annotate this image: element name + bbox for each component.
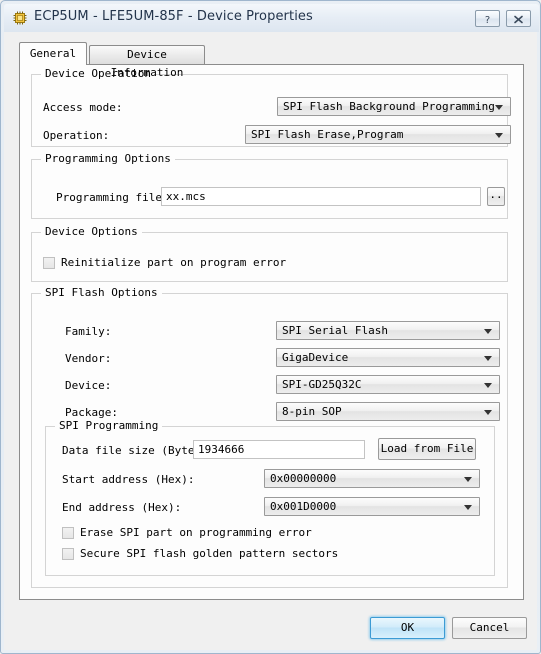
question-mark-icon: ? — [485, 15, 490, 25]
group-device-operation: Device Operation Access mode: SPI Flash … — [31, 67, 511, 147]
device-properties-window: ECP5UM - LFE5UM-85F - Device Properties … — [0, 0, 541, 654]
programming-file-input[interactable]: xx.mcs — [161, 187, 481, 206]
tab-page-general: Device Operation Access mode: SPI Flash … — [19, 64, 524, 600]
group-device-options: Device Options Reinitialize part on prog… — [31, 225, 508, 282]
family-dropdown[interactable]: SPI Serial Flash — [276, 321, 500, 340]
title-bar[interactable]: ECP5UM - LFE5UM-85F - Device Properties … — [4, 4, 539, 32]
data-file-size-input[interactable]: 1934666 — [193, 440, 365, 459]
group-programming-options: Programming Options Programming file: xx… — [31, 152, 508, 219]
reinitialize-on-error-label: Reinitialize part on program error — [61, 256, 287, 269]
label-end-address: End address (Hex): — [62, 501, 182, 514]
close-icon — [514, 15, 523, 24]
ok-button[interactable]: OK — [370, 617, 445, 639]
cancel-button[interactable]: Cancel — [452, 617, 527, 639]
operation-dropdown[interactable]: SPI Flash Erase,Program — [245, 125, 511, 144]
package-value: 8-pin SOP — [282, 405, 342, 418]
browse-file-button[interactable]: .. — [487, 187, 505, 206]
chevron-down-icon — [484, 410, 492, 415]
label-vendor: Vendor: — [65, 352, 112, 365]
reinitialize-on-error-checkbox[interactable] — [43, 257, 55, 269]
group-spi-programming: SPI Programming Data file size (Bytes): … — [45, 419, 495, 576]
label-access-mode: Access mode: — [43, 101, 123, 114]
group-spi-flash-options: SPI Flash Options Family: SPI Serial Fla… — [31, 286, 508, 588]
chevron-down-icon — [464, 477, 472, 482]
svg-text:?: ? — [485, 15, 490, 25]
vendor-dropdown[interactable]: GigaDevice — [276, 348, 500, 367]
window-title: ECP5UM - LFE5UM-85F - Device Properties — [34, 9, 313, 24]
family-value: SPI Serial Flash — [282, 324, 388, 337]
group-label-spi-flash-options: SPI Flash Options — [41, 286, 162, 299]
chevron-down-icon — [495, 105, 503, 110]
help-button[interactable]: ? — [475, 10, 500, 27]
erase-on-error-label: Erase SPI part on programming error — [80, 526, 312, 539]
load-from-file-button[interactable]: Load from File — [378, 438, 476, 460]
secure-golden-pattern-label: Secure SPI flash golden pattern sectors — [80, 547, 339, 560]
close-button[interactable] — [506, 10, 531, 27]
label-data-file-size: Data file size (Bytes): — [62, 444, 215, 457]
label-start-address: Start address (Hex): — [62, 473, 195, 486]
start-address-dropdown[interactable]: 0x00000000 — [264, 469, 480, 488]
data-file-size-value: 1934666 — [198, 443, 245, 456]
chevron-down-icon — [484, 383, 492, 388]
device-value: SPI-GD25Q32C — [282, 378, 362, 391]
chevron-down-icon — [464, 505, 472, 510]
start-address-value: 0x00000000 — [270, 472, 337, 485]
label-programming-file: Programming file: — [56, 191, 169, 204]
window-inner: ECP5UM - LFE5UM-85F - Device Properties … — [4, 4, 539, 650]
group-label-programming-options: Programming Options — [41, 152, 175, 165]
chevron-down-icon — [495, 133, 503, 138]
secure-golden-pattern-checkbox[interactable] — [62, 548, 74, 560]
device-dropdown[interactable]: SPI-GD25Q32C — [276, 375, 500, 394]
access-mode-dropdown[interactable]: SPI Flash Background Programming — [277, 97, 511, 116]
chevron-down-icon — [484, 329, 492, 334]
end-address-value: 0x001D0000 — [270, 500, 337, 513]
vendor-value: GigaDevice — [282, 351, 349, 364]
erase-on-error-checkbox[interactable] — [62, 527, 74, 539]
chevron-down-icon — [484, 356, 492, 361]
label-package: Package: — [65, 406, 118, 419]
programming-file-value: xx.mcs — [166, 190, 206, 203]
package-dropdown[interactable]: 8-pin SOP — [276, 402, 500, 421]
end-address-dropdown[interactable]: 0x001D0000 — [264, 497, 480, 516]
label-family: Family: — [65, 325, 112, 338]
tab-general[interactable]: General — [19, 42, 87, 65]
group-label-spi-programming: SPI Programming — [55, 419, 163, 432]
label-operation: Operation: — [43, 129, 110, 142]
tab-strip: Device Information General — [19, 42, 527, 79]
group-label-device-options: Device Options — [41, 225, 142, 238]
chip-icon — [12, 10, 28, 26]
tab-device-information[interactable]: Device Information — [89, 45, 205, 79]
label-device: Device: — [65, 379, 112, 392]
operation-value: SPI Flash Erase,Program — [251, 128, 404, 141]
access-mode-value: SPI Flash Background Programming — [283, 100, 495, 113]
